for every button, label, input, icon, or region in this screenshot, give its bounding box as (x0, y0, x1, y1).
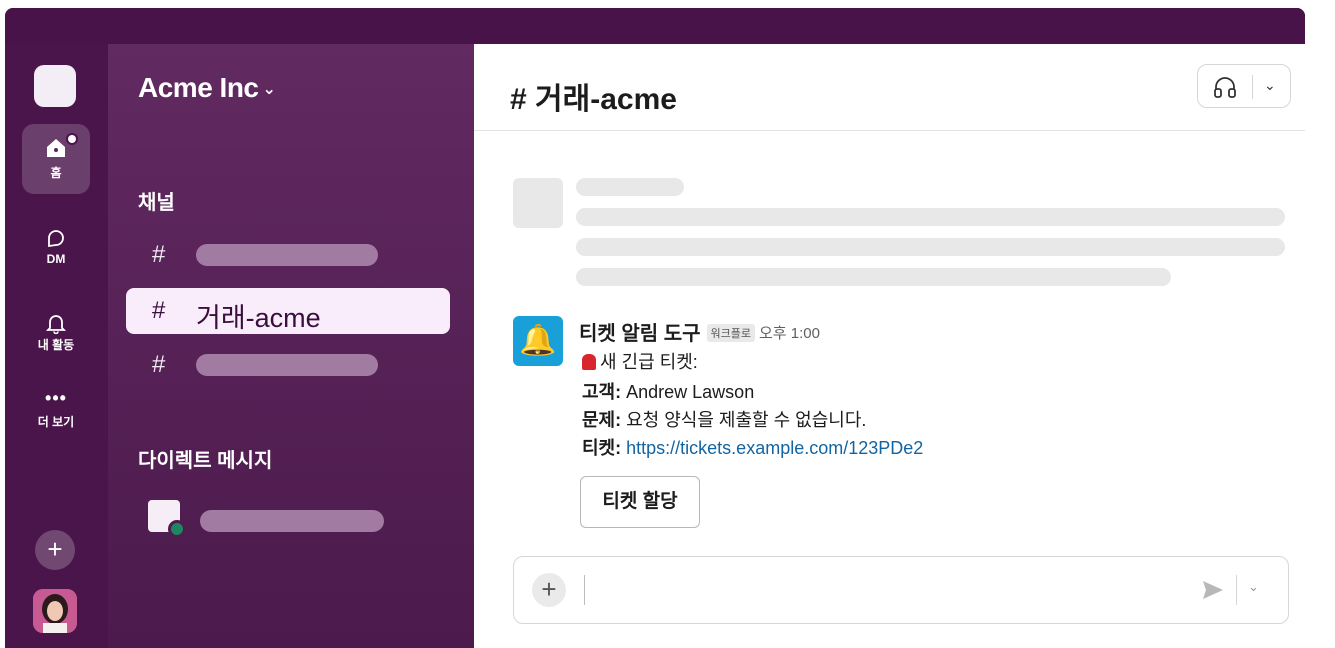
hash-icon: # (152, 241, 166, 268)
rail-home[interactable]: 홈 (22, 124, 90, 194)
divider (1252, 75, 1253, 99)
dm-name-skeleton (200, 510, 384, 532)
workspace-logo[interactable] (34, 65, 76, 107)
sidebar-channel-placeholder-1[interactable]: # (126, 232, 450, 278)
workspace-rail: 홈 DM 내 활동 ••• 더 보기 + (5, 44, 108, 648)
workflow-badge: 워크플로 (706, 324, 755, 342)
sender-name[interactable]: 티켓 알림 도구 (579, 323, 701, 345)
chevron-down-icon[interactable]: ⌄ (1264, 77, 1276, 94)
user-photo-icon (33, 589, 77, 633)
notification-dot (66, 133, 78, 145)
skeleton-avatar (513, 178, 563, 228)
sidebar-channel-active[interactable]: # 거래-acme (126, 288, 450, 334)
customer-value: Andrew Lawson (621, 382, 755, 402)
hash-icon: # (152, 297, 166, 324)
message-composer[interactable]: + ⌄ (513, 556, 1289, 624)
app-window: 홈 DM 내 활동 ••• 더 보기 + Acme Inc ⌄ 채널 # # 거… (5, 8, 1305, 648)
chevron-down-icon: ⌄ (262, 81, 276, 98)
message-line-alert: 새 긴급 티켓: (582, 348, 698, 374)
rail-activity[interactable]: 내 활동 (22, 304, 90, 364)
rail-home-label: 홈 (50, 166, 62, 180)
channel-title[interactable]: # 거래-acme (510, 74, 677, 118)
rail-dm-label: DM (46, 252, 66, 266)
bell-bot-icon[interactable]: 🔔 (513, 316, 563, 366)
message-time[interactable]: 오후 1:00 (759, 325, 820, 342)
workspace-switcher[interactable]: Acme Inc ⌄ (138, 72, 276, 104)
divider (1236, 575, 1237, 605)
assign-ticket-button[interactable]: 티켓 할당 (580, 476, 700, 528)
bell-icon (45, 315, 67, 334)
avatar[interactable] (33, 589, 77, 633)
add-workspace-button[interactable]: + (35, 530, 75, 570)
skeleton-line (576, 178, 684, 196)
attach-plus-icon[interactable]: + (532, 573, 566, 607)
chevron-down-icon[interactable]: ⌄ (1248, 579, 1259, 595)
alert-text: 새 긴급 티켓: (600, 352, 698, 372)
ticket-label: 티켓: (582, 438, 622, 458)
huddle-button[interactable]: ⌄ (1197, 64, 1291, 108)
hash-icon: # (152, 351, 166, 378)
message-line-customer: 고객: Andrew Lawson (582, 378, 754, 404)
issue-value: 요청 양식을 제출할 수 없습니다. (621, 410, 867, 430)
more-icon: ••• (45, 388, 67, 408)
sidebar-channel-placeholder-2[interactable]: # (126, 342, 450, 388)
dm-icon (48, 230, 64, 248)
send-icon[interactable] (1200, 577, 1226, 603)
dm-header[interactable]: 다이렉트 메시지 (138, 444, 272, 473)
rail-dm[interactable]: DM (22, 220, 90, 280)
message-header: 티켓 알림 도구 워크플로 오후 1:00 (579, 317, 820, 346)
online-status-icon (168, 520, 186, 538)
title-bar (5, 8, 1305, 44)
channels-header[interactable]: 채널 (138, 186, 175, 215)
message-line-ticket: 티켓: https://tickets.example.com/123PDe2 (582, 434, 923, 460)
rail-more-label: 더 보기 (37, 415, 75, 429)
message-line-issue: 문제: 요청 양식을 제출할 수 없습니다. (582, 406, 866, 432)
channel-name-skeleton (196, 354, 378, 376)
headphones-icon (1214, 77, 1236, 98)
workspace-name: Acme Inc (138, 72, 259, 103)
channel-header: # 거래-acme ⌄ (474, 44, 1305, 131)
skeleton-line (576, 268, 1171, 286)
ticket-link[interactable]: https://tickets.example.com/123PDe2 (626, 438, 923, 458)
channel-view: # 거래-acme ⌄ 🔔 티켓 알림 도구 워크플로 오후 1:00 새 긴급 티… (474, 44, 1305, 648)
active-channel-name: 거래-acme (196, 303, 321, 333)
rail-activity-label: 내 활동 (37, 338, 75, 352)
issue-label: 문제: (582, 410, 622, 430)
rail-more[interactable]: ••• 더 보기 (22, 389, 90, 439)
channel-name-skeleton (196, 244, 378, 266)
text-cursor (584, 575, 585, 605)
skeleton-line (576, 238, 1285, 256)
channel-sidebar: Acme Inc ⌄ 채널 # # 거래-acme # 다이렉트 메시지 (108, 44, 474, 648)
siren-icon (582, 354, 596, 370)
skeleton-line (576, 208, 1285, 226)
customer-label: 고객: (582, 382, 622, 402)
